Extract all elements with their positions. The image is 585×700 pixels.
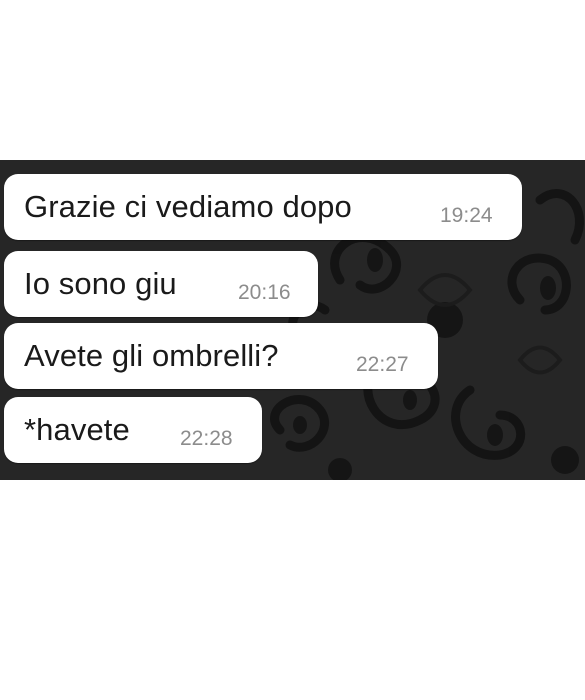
message-text: *havete — [24, 412, 130, 447]
message-timestamp: 20:16 — [238, 281, 291, 304]
message-text: Grazie ci vediamo dopo — [24, 189, 352, 224]
message-text: Io sono giu — [24, 266, 177, 301]
message-bubble[interactable]: Grazie ci vediamo dopo 19:24 — [4, 174, 522, 240]
message-bubble[interactable]: Io sono giu 20:16 — [4, 251, 318, 317]
message-text: Avete gli ombrelli? — [24, 338, 279, 373]
chat-conversation[interactable]: Grazie ci vediamo dopo 19:24 Io sono giu… — [0, 160, 585, 480]
message-bubble[interactable]: *havete 22:28 — [4, 397, 262, 463]
message-timestamp: 22:28 — [180, 427, 233, 450]
message-timestamp: 19:24 — [440, 204, 493, 227]
screenshot-page: Grazie ci vediamo dopo 19:24 Io sono giu… — [0, 0, 585, 700]
message-bubble[interactable]: Avete gli ombrelli? 22:27 — [4, 323, 438, 389]
message-timestamp: 22:27 — [356, 353, 409, 376]
